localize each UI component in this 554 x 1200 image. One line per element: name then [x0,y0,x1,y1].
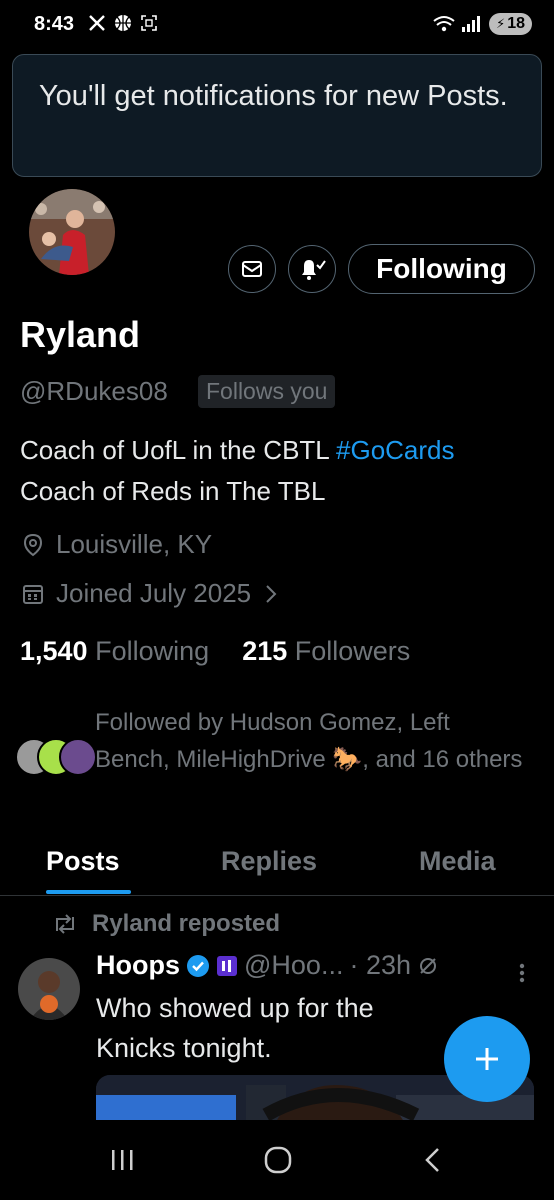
verified-badge-icon [187,954,209,977]
post-avatar-image [18,958,80,1020]
affiliate-badge-icon [217,955,237,976]
profile-avatar[interactable] [26,186,118,278]
follower-avatar [59,738,97,776]
recent-apps-button[interactable] [108,1147,138,1178]
screenshot-icon [141,15,157,31]
charging-icon: ⚡ [496,16,506,31]
signal-icon [462,16,481,32]
profile-bio: Coach of UofL in the CBTL #GoCards Coach… [20,430,455,512]
post-header: Hoops @Hoo... · 23h [96,950,439,981]
follows-you-badge: Follows you [198,375,336,408]
battery-level: 18 [507,15,525,32]
toast-message: You'll get notifications for new Posts. [39,80,508,112]
repost-indicator: Ryland reposted [52,910,280,938]
post-author-name[interactable]: Hoops [96,950,180,981]
bell-check-icon [302,260,326,280]
repost-label: Ryland reposted [92,910,281,937]
basketball-icon [115,15,131,31]
tab-posts[interactable]: Posts [46,846,120,877]
status-bar: 8:43 ⚡ 18 [0,0,554,52]
post-time: · 23h [349,950,411,980]
message-button[interactable] [228,245,276,293]
joined-text: Joined July 2025 [56,578,252,608]
tab-replies[interactable]: Replies [221,846,317,877]
chevron-right-icon [266,584,277,603]
repost-icon [56,914,74,934]
profile-handle: @RDukes08 [20,376,168,406]
following-label: Following [95,636,210,666]
location-pin-icon [23,533,43,556]
home-icon [264,1146,292,1174]
post-more-button[interactable] [512,958,532,988]
more-vertical-icon [519,963,525,983]
following-button[interactable]: Following [348,244,535,294]
tab-media[interactable]: Media [419,846,496,877]
following-link[interactable]: 1,540 Following [20,636,209,666]
profile-name: Ryland [20,314,141,355]
status-time: 8:43 [34,13,75,35]
plus-icon [476,1048,498,1070]
back-icon [425,1148,439,1172]
avatar-image [29,189,115,275]
tab-indicator [46,890,131,894]
follow-counts: 1,540 Following 215 Followers [20,636,410,667]
compose-post-button[interactable] [444,1016,530,1102]
status-notification-icons [88,14,158,32]
location-text: Louisville, KY [56,529,213,559]
x-logo-icon [89,15,105,31]
followed-by-text[interactable]: Followed by Hudson Gomez, Left Bench, Mi… [95,704,525,778]
followed-by-avatars[interactable] [15,738,97,778]
following-count: 1,540 [20,636,88,666]
mail-icon [242,261,262,277]
recent-apps-icon [112,1150,133,1170]
followers-link[interactable]: 215 Followers [242,636,410,666]
profile-tabs: Posts Replies Media [0,836,554,896]
notification-toast: You'll get notifications for new Posts. [12,54,542,177]
profile-joined[interactable]: Joined July 2025 [20,578,281,609]
notifications-button[interactable] [288,245,336,293]
bio-line-2: Coach of Reds in The TBL [20,476,326,506]
followers-label: Followers [294,636,411,666]
home-button[interactable] [263,1145,293,1180]
hashtag-link[interactable]: #GoCards [336,435,455,465]
followers-count: 215 [242,636,288,666]
back-button[interactable] [420,1145,446,1180]
calendar-icon [23,584,43,604]
post-author-avatar[interactable] [18,958,80,1020]
edit-history-icon [420,957,436,974]
status-system-icons: ⚡ 18 [433,13,532,35]
post-author-handle: @Hoo... [244,950,344,980]
post-text: Who showed up for the Knicks tonight. [96,993,374,1063]
bio-line-1: Coach of UofL in the CBTL #GoCards [20,435,455,465]
profile-location: Louisville, KY [20,529,212,560]
system-nav-bar [0,1120,554,1200]
battery-indicator: ⚡ 18 [489,13,532,35]
wifi-icon [433,16,455,32]
